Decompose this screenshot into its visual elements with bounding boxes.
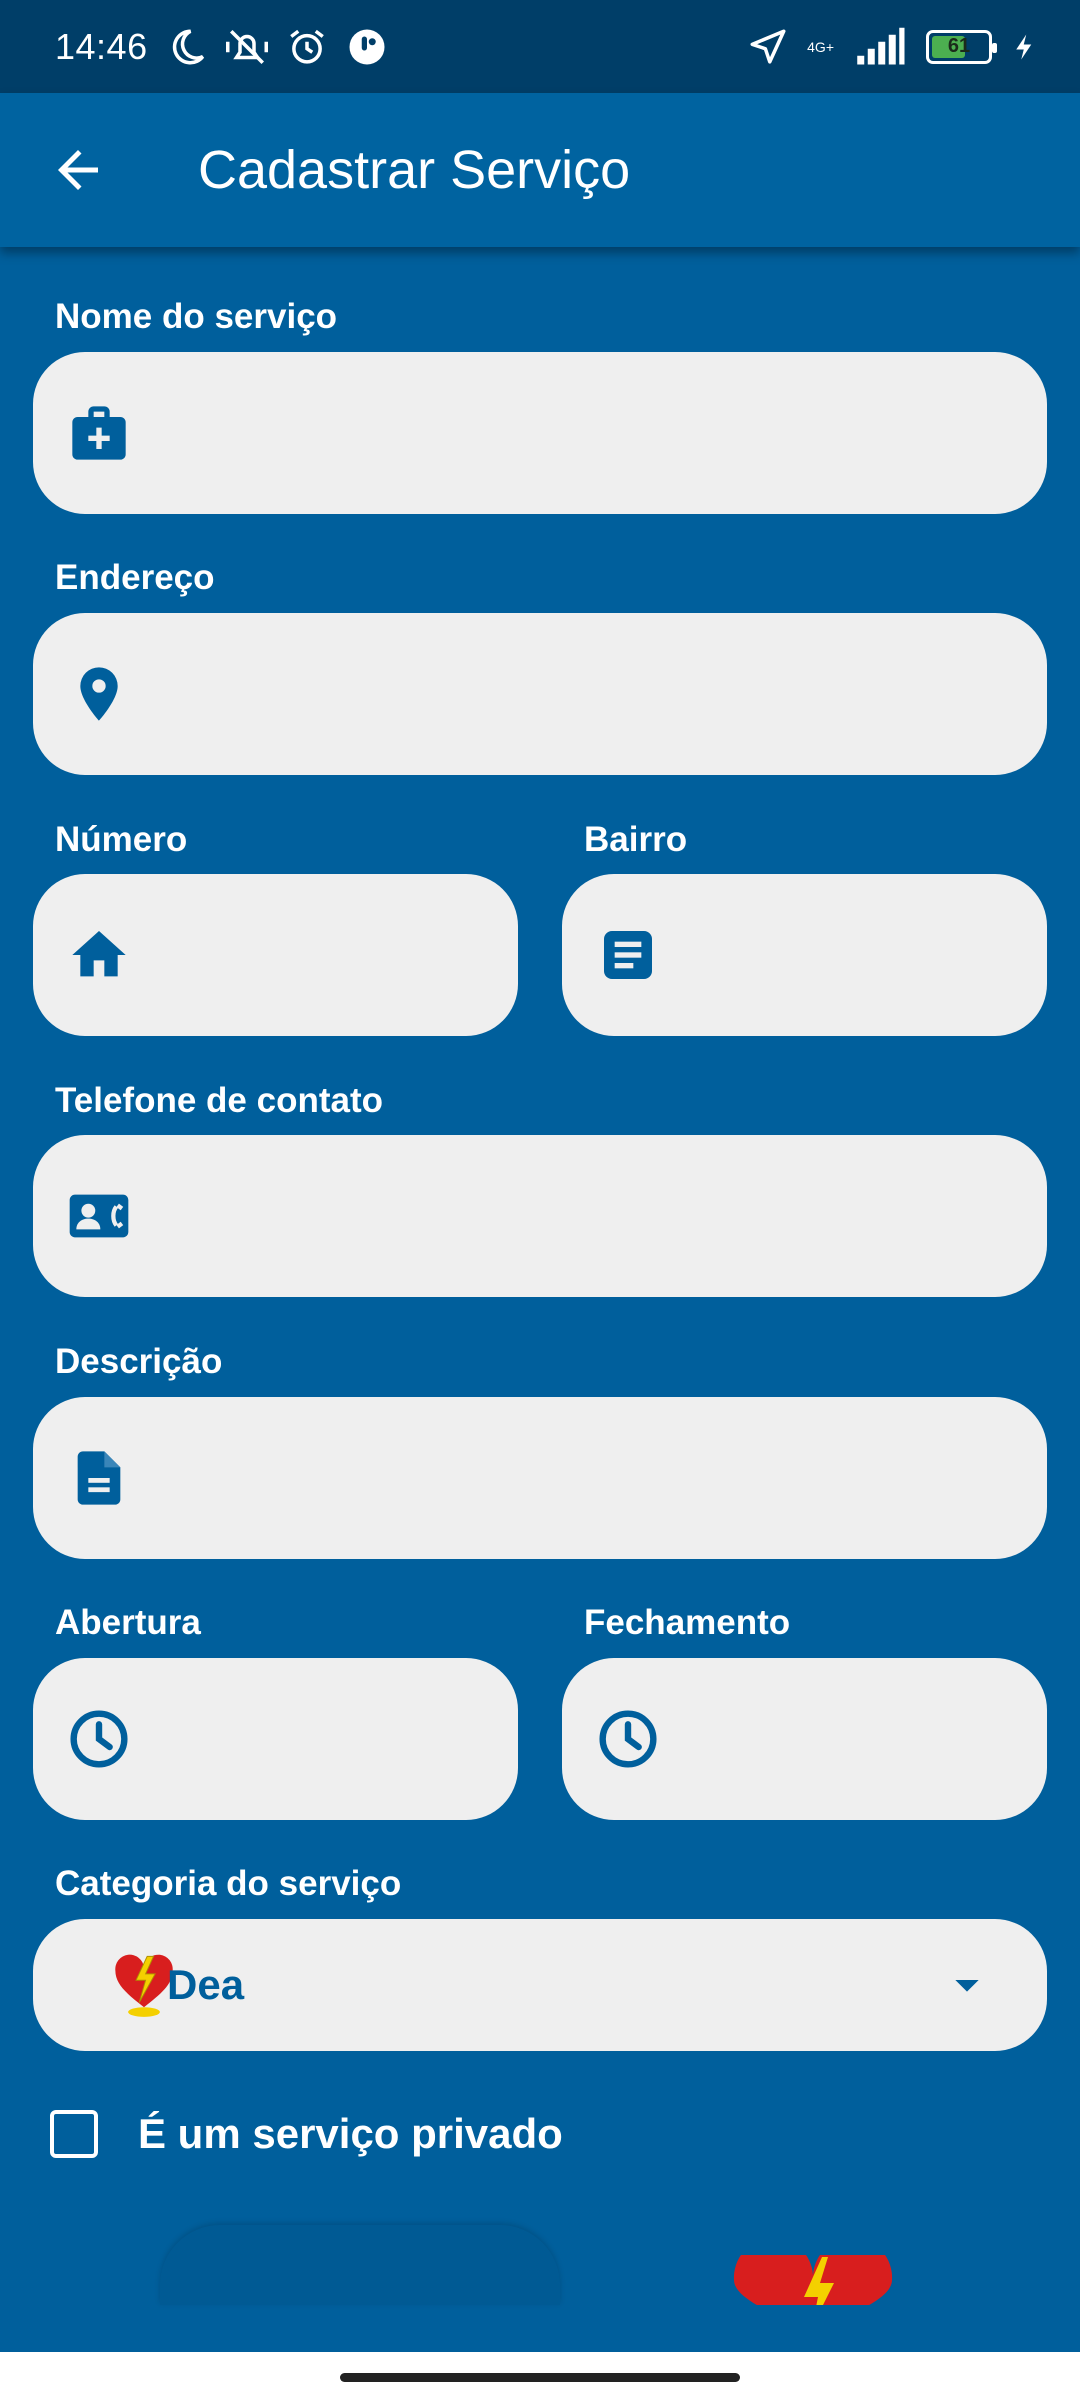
arrow-back-icon <box>58 150 98 190</box>
location-pin-icon <box>67 662 131 726</box>
categoria-value: Dea <box>167 1961 245 2008</box>
clock-icon <box>596 1707 660 1771</box>
charging-bolt-icon <box>1010 26 1040 68</box>
dropdown-caret-icon <box>947 1965 987 2005</box>
bairro-input[interactable] <box>682 874 1007 1036</box>
numero-input[interactable] <box>153 874 478 1036</box>
vibrate-off-icon <box>225 26 268 68</box>
field-endereco[interactable] <box>33 613 1047 775</box>
medical-bag-icon <box>67 401 131 465</box>
location-arrow-icon <box>747 26 789 68</box>
label-categoria: Categoria do serviço <box>55 1864 402 1903</box>
field-bairro[interactable] <box>562 874 1047 1036</box>
network-type: 4G+ <box>807 38 834 55</box>
field-telefone[interactable] <box>33 1135 1047 1297</box>
field-abertura[interactable] <box>33 1658 518 1820</box>
label-nome: Nome do serviço <box>55 297 338 336</box>
bottom-card-peek <box>160 2225 560 2305</box>
descricao-input[interactable] <box>153 1397 1007 1559</box>
back-button[interactable] <box>48 140 108 200</box>
telefone-input[interactable] <box>153 1135 1007 1297</box>
label-abertura: Abertura <box>55 1603 201 1642</box>
field-numero[interactable] <box>33 874 518 1036</box>
battery-level: 61 <box>947 35 971 57</box>
moon-icon <box>166 26 208 68</box>
field-fechamento[interactable] <box>562 1658 1047 1820</box>
abertura-input[interactable] <box>153 1658 478 1820</box>
fechamento-input[interactable] <box>682 1658 1007 1820</box>
contact-phone-icon <box>67 1184 131 1248</box>
privado-checkbox-row[interactable]: É um serviço privado <box>50 2110 563 2158</box>
privado-label: É um serviço privado <box>138 2110 563 2157</box>
categoria-select[interactable]: Dea <box>33 1919 1047 2051</box>
privado-checkbox[interactable] <box>50 2110 98 2158</box>
signal-icon <box>852 26 908 68</box>
label-numero: Número <box>55 820 188 859</box>
label-bairro: Bairro <box>584 820 688 859</box>
battery-icon: 61 <box>926 29 997 64</box>
label-telefone: Telefone de contato <box>55 1081 383 1120</box>
home-icon <box>67 923 131 987</box>
article-icon <box>596 923 660 987</box>
clock-icon <box>67 1707 131 1771</box>
field-descricao[interactable] <box>33 1397 1047 1559</box>
label-fechamento: Fechamento <box>584 1603 791 1642</box>
alarm-icon <box>286 26 328 68</box>
status-right: 4G+ 61 <box>747 26 1040 68</box>
home-gesture-handle[interactable] <box>340 2373 740 2382</box>
dea-logo-icon <box>730 2255 896 2305</box>
status-bar: 14:46 4G+ 61 <box>0 0 1080 93</box>
app-bar: Cadastrar Serviço <box>0 93 1080 247</box>
status-left: 14:46 <box>55 26 388 68</box>
document-icon <box>67 1446 131 1510</box>
status-time: 14:46 <box>55 25 148 67</box>
endereco-input[interactable] <box>153 613 1007 775</box>
field-nome[interactable] <box>33 352 1047 514</box>
label-endereco: Endereço <box>55 558 215 597</box>
app-notification-icon <box>346 26 388 68</box>
label-descricao: Descrição <box>55 1342 223 1381</box>
nome-input[interactable] <box>153 352 1007 514</box>
page-title: Cadastrar Serviço <box>198 140 631 200</box>
